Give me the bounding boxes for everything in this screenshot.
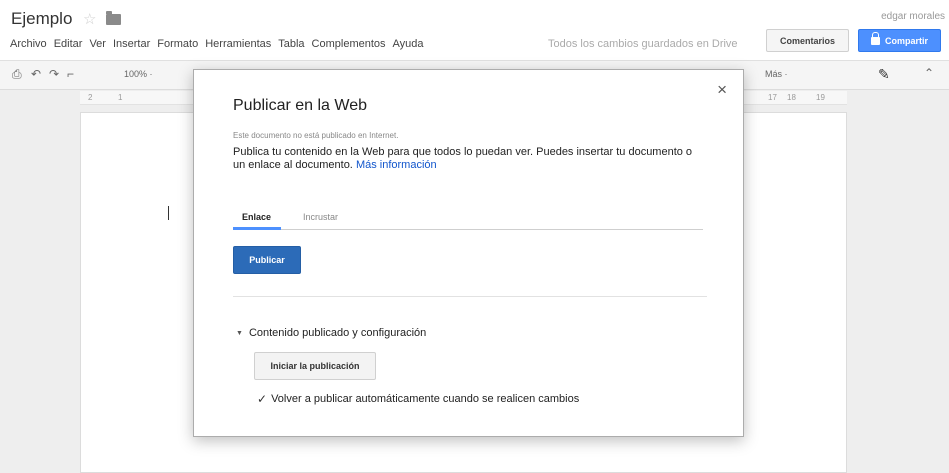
auto-republish-option[interactable]: ✓ Volver a publicar automáticamente cuan… bbox=[257, 392, 579, 406]
close-icon[interactable]: × bbox=[717, 80, 727, 100]
menu-formato[interactable]: Formato bbox=[157, 38, 198, 50]
ruler-tick: 2 bbox=[88, 93, 93, 102]
dialog-title: Publicar en la Web bbox=[233, 97, 367, 114]
menu-insertar[interactable]: Insertar bbox=[113, 38, 150, 50]
menu-ayuda[interactable]: Ayuda bbox=[393, 38, 424, 50]
edit-mode-icon[interactable]: ✎ bbox=[878, 66, 890, 83]
lock-icon bbox=[870, 31, 880, 45]
comments-button[interactable]: Comentarios bbox=[766, 29, 849, 52]
dialog-description: Publica tu contenido en la Web para que … bbox=[233, 146, 703, 172]
menu-bar: Archivo Editar Ver Insertar Formato Herr… bbox=[10, 38, 424, 50]
tab-incrustar[interactable]: Incrustar bbox=[303, 212, 338, 222]
more-button[interactable]: Más · bbox=[765, 69, 788, 79]
share-button[interactable]: Compartir bbox=[858, 29, 941, 52]
triangle-down-icon: ▼ bbox=[236, 329, 243, 337]
tab-enlace[interactable]: Enlace bbox=[242, 212, 271, 222]
paint-format-icon[interactable]: ⌐ bbox=[67, 67, 74, 81]
ruler-tick: 19 bbox=[816, 93, 825, 102]
section-label: Contenido publicado y configuración bbox=[248, 327, 427, 339]
folder-icon[interactable] bbox=[106, 11, 121, 25]
publish-dialog: × Publicar en la Web Este documento no e… bbox=[193, 69, 744, 437]
description-text: Publica tu contenido en la Web para que … bbox=[233, 146, 693, 171]
save-status[interactable]: Todos los cambios guardados en Drive bbox=[548, 38, 738, 50]
publish-button[interactable]: Publicar bbox=[233, 246, 301, 274]
redo-icon[interactable]: ↷ bbox=[49, 67, 59, 81]
menu-ver[interactable]: Ver bbox=[89, 38, 106, 50]
auto-republish-label: Volver a publicar automáticamente cuando… bbox=[271, 393, 580, 405]
ruler-tick: 17 bbox=[768, 93, 777, 102]
publish-tabs: Enlace Incrustar bbox=[233, 208, 703, 230]
start-publishing-button[interactable]: Iniciar la publicación bbox=[254, 352, 376, 380]
menu-archivo[interactable]: Archivo bbox=[10, 38, 47, 50]
undo-icon[interactable]: ↶ bbox=[31, 67, 41, 81]
text-cursor bbox=[168, 206, 169, 220]
ruler-tick: 1 bbox=[118, 93, 123, 102]
publish-status-notice: Este documento no está publicado en Inte… bbox=[233, 131, 399, 140]
checkmark-icon[interactable]: ✓ bbox=[257, 392, 267, 406]
menu-complementos[interactable]: Complementos bbox=[312, 38, 386, 50]
print-icon[interactable]: ⎙ bbox=[12, 67, 22, 82]
menu-editar[interactable]: Editar bbox=[54, 38, 83, 50]
menu-herramientas[interactable]: Herramientas bbox=[205, 38, 271, 50]
star-icon[interactable]: ☆ bbox=[83, 10, 96, 28]
menu-tabla[interactable]: Tabla bbox=[278, 38, 304, 50]
share-button-label: Compartir bbox=[884, 35, 928, 46]
document-title[interactable]: Ejemplo bbox=[11, 9, 72, 29]
app-header: Ejemplo ☆ edgar morales Archivo Editar V… bbox=[0, 0, 949, 60]
user-name[interactable]: edgar morales bbox=[881, 11, 945, 22]
collapse-icon[interactable]: ⌃ bbox=[924, 66, 934, 80]
divider bbox=[233, 296, 707, 297]
ruler-tick: 18 bbox=[787, 93, 796, 102]
more-info-link[interactable]: Más información bbox=[356, 159, 437, 171]
active-tab-indicator bbox=[233, 227, 281, 230]
published-settings-toggle[interactable]: ▼ Contenido publicado y configuración bbox=[236, 327, 426, 339]
zoom-select[interactable]: 100% · bbox=[124, 69, 153, 79]
